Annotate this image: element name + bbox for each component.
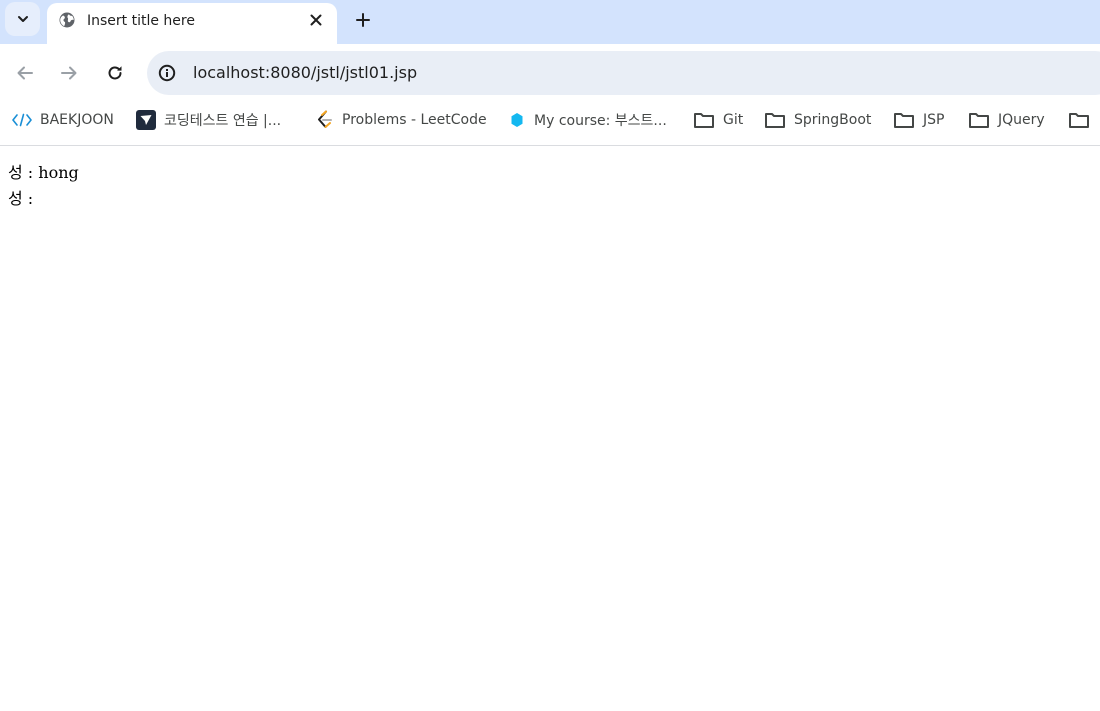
folder-icon [1068,111,1090,129]
tab-title: Insert title here [87,13,195,29]
bookmark-label: BAEKJOON [40,112,114,128]
code-brackets-icon [12,113,32,127]
arrow-right-icon [61,66,77,80]
boostcourse-icon [508,111,526,129]
toolbar-divider [0,145,1100,146]
programmers-icon [136,110,156,130]
tab-search-button[interactable] [5,2,40,36]
globe-icon [59,12,75,28]
surname-label: 성 : [8,189,34,208]
bookmark-folder-springboot[interactable]: SpringBoot [764,108,871,132]
address-bar[interactable]: localhost:8080/jstl/jstl01.jsp [147,51,1100,95]
bookmark-label: My course: 부스트... [534,113,667,129]
bookmark-label: JQuery [998,112,1045,128]
bookmark-label: 코딩테스트 연습 |... [164,113,282,129]
folder-icon [764,111,786,129]
bookmark-leetcode[interactable]: Problems - LeetCode [316,108,487,132]
bookmark-baekjoon[interactable]: BAEKJOON [12,108,114,132]
bookmark-boostcourse[interactable]: My course: 부스트... [508,108,667,132]
folder-icon [893,111,915,129]
back-button[interactable] [13,61,37,85]
forward-button[interactable] [57,61,81,85]
page-content: 성 : hong 성 : [8,160,79,212]
reload-button[interactable] [103,61,127,85]
bookmark-folder-more[interactable] [1068,108,1098,132]
surname-line-1: 성 : hong [8,160,79,186]
new-tab-button[interactable] [351,8,375,32]
plus-icon [356,13,370,27]
bookmark-folder-jquery[interactable]: JQuery [968,108,1045,132]
leetcode-icon [316,110,334,130]
bookmark-label: JSP [923,112,945,128]
folder-icon [968,111,990,129]
browser-toolbar: localhost:8080/jstl/jstl01.jsp [0,44,1100,102]
bookmarks-bar: BAEKJOON 코딩테스트 연습 |... Problems - LeetCo… [0,102,1100,136]
bookmark-folder-git[interactable]: Git [693,108,743,132]
bookmark-label: SpringBoot [794,112,872,128]
site-info-button[interactable] [157,63,177,83]
tab-close-button[interactable] [306,10,326,30]
surname-line-2: 성 : [8,186,79,212]
bookmark-folder-jsp[interactable]: JSP [893,108,944,132]
info-icon [158,64,176,82]
bookmark-programmers[interactable]: 코딩테스트 연습 |... [136,108,281,132]
reload-icon [108,66,122,80]
bookmark-label: Problems - LeetCode [342,112,487,128]
browser-tab[interactable]: Insert title here [47,3,337,44]
url-text[interactable]: localhost:8080/jstl/jstl01.jsp [193,63,417,83]
chevron-down-icon [17,16,28,22]
arrow-left-icon [17,66,33,80]
surname-value: hong [38,163,79,182]
surname-label: 성 : [8,163,39,182]
folder-icon [693,111,715,129]
tab-strip: Insert title here [0,0,1100,44]
bookmark-label: Git [723,112,744,128]
close-icon [310,14,322,26]
